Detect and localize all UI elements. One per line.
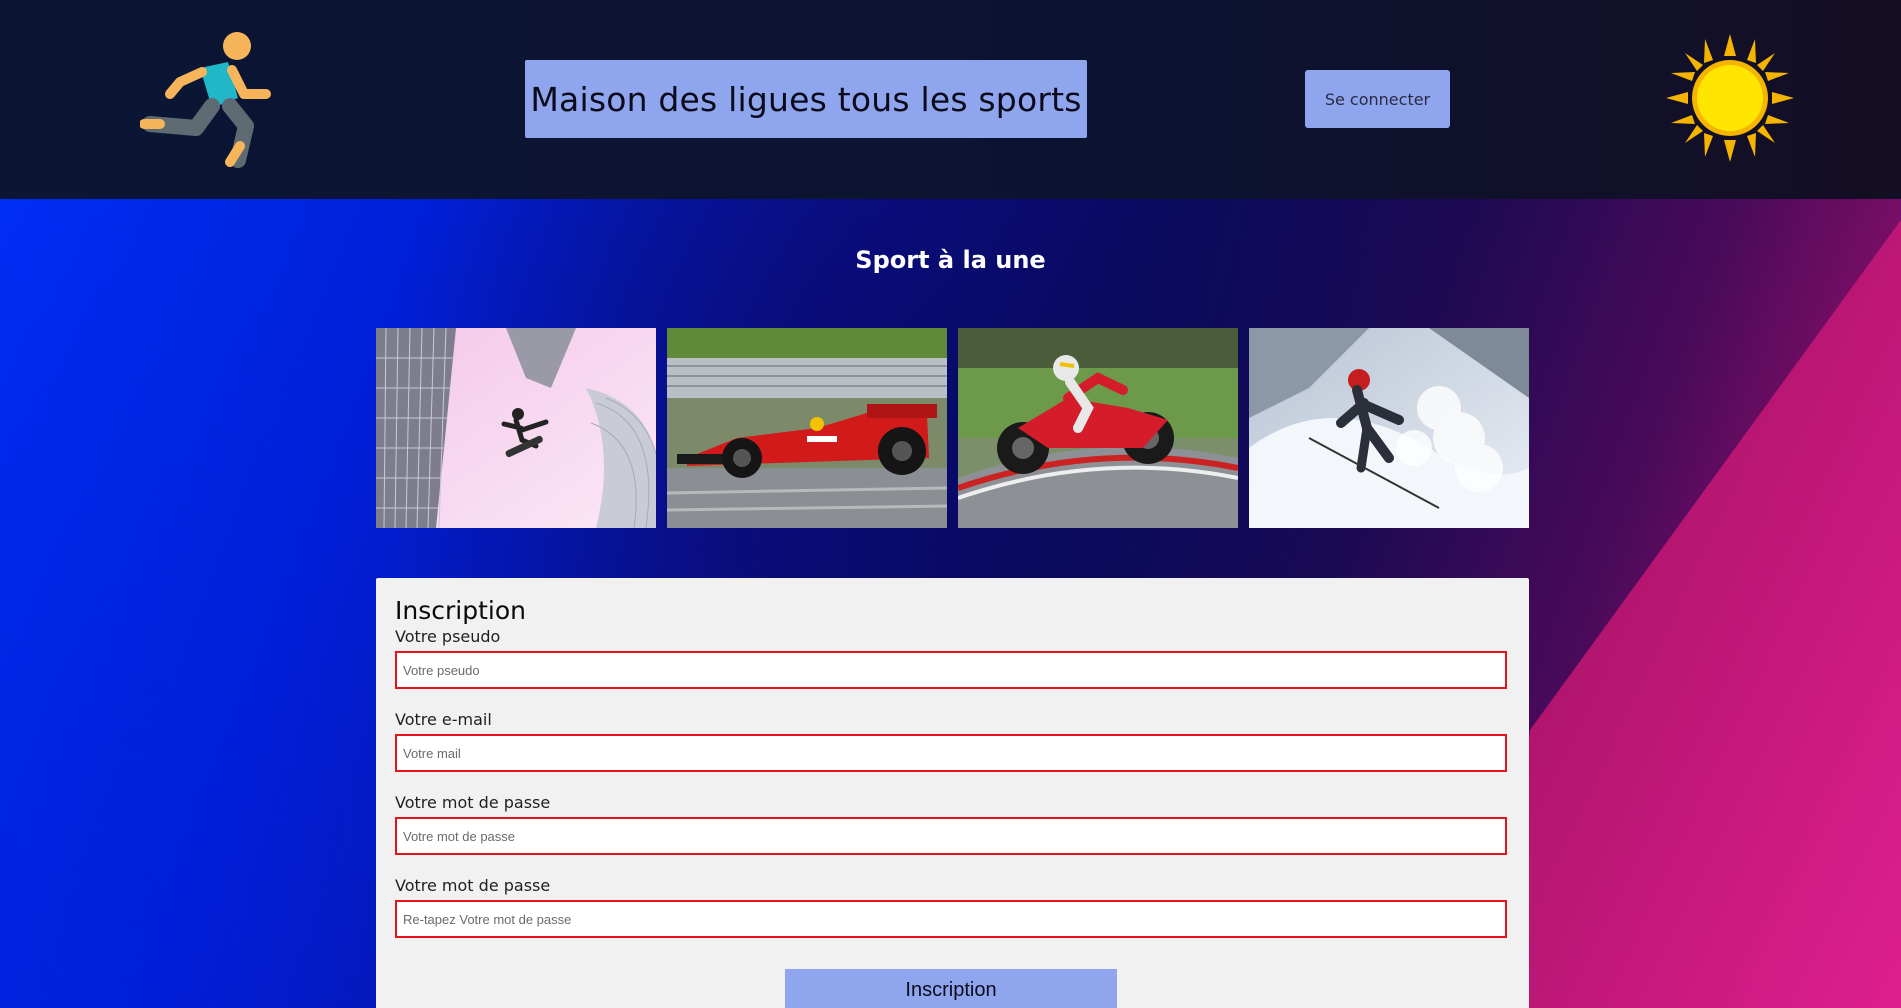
site-title: Maison des ligues tous les sports	[530, 79, 1082, 119]
formula-one-image	[667, 328, 947, 528]
motorcycle-image	[958, 328, 1238, 528]
ski-image	[1249, 328, 1529, 528]
signup-form: Inscription Votre pseudo Votre e-mail Vo…	[376, 578, 1529, 1008]
password-confirm-input[interactable]	[395, 900, 1507, 938]
site-header: Maison des ligues tous les sports Se con…	[0, 0, 1901, 199]
featured-gallery	[376, 328, 1529, 528]
skateboard-image	[376, 328, 656, 528]
login-button[interactable]: Se connecter	[1305, 70, 1450, 128]
password-label: Votre mot de passe	[395, 793, 551, 812]
signup-submit-button[interactable]: Inscription	[785, 969, 1117, 1008]
pseudo-input[interactable]	[395, 651, 1507, 689]
sun-icon[interactable]	[1666, 34, 1794, 162]
signup-form-title: Inscription	[395, 596, 526, 625]
site-title-banner: Maison des ligues tous les sports	[525, 60, 1087, 138]
email-input[interactable]	[395, 734, 1507, 772]
running-person-icon	[140, 32, 271, 168]
featured-section-title: Sport à la une	[855, 246, 1046, 274]
email-label: Votre e-mail	[395, 710, 492, 729]
password-input[interactable]	[395, 817, 1507, 855]
pseudo-label: Votre pseudo	[395, 627, 501, 646]
password-confirm-label: Votre mot de passe	[395, 876, 551, 895]
